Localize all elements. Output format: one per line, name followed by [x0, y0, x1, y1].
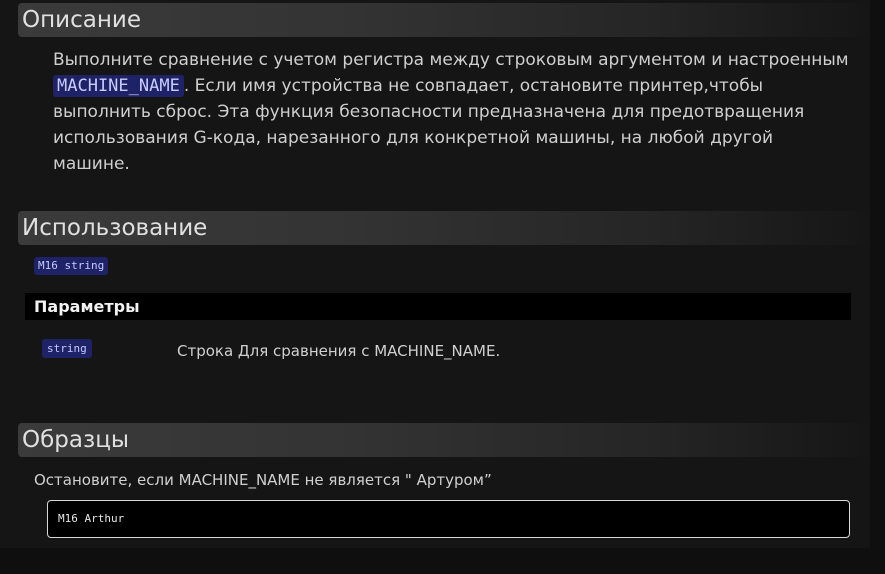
example-description: Остановите, если MACHINE_NAME не являетс…: [34, 471, 492, 489]
usage-heading: Использование: [18, 211, 868, 245]
documentation-page: Описание Выполните сравнение с учетом ре…: [0, 0, 870, 548]
usage-syntax: M16 string: [34, 257, 109, 275]
param-name-string: string: [42, 339, 92, 358]
description-text: Выполните сравнение с учетом регистра ме…: [53, 47, 853, 177]
description-heading: Описание: [18, 3, 868, 37]
parameters-heading: Параметры: [25, 293, 851, 320]
machine-name-code: MACHINE_NAME: [53, 75, 184, 97]
param-description: Строка Для сравнения с MACHINE_NAME.: [177, 342, 501, 360]
example-code-block[interactable]: M16 Arthur: [47, 500, 850, 538]
description-text-start: Выполните сравнение с учетом регистра ме…: [53, 50, 849, 70]
examples-heading: Образцы: [18, 423, 868, 457]
